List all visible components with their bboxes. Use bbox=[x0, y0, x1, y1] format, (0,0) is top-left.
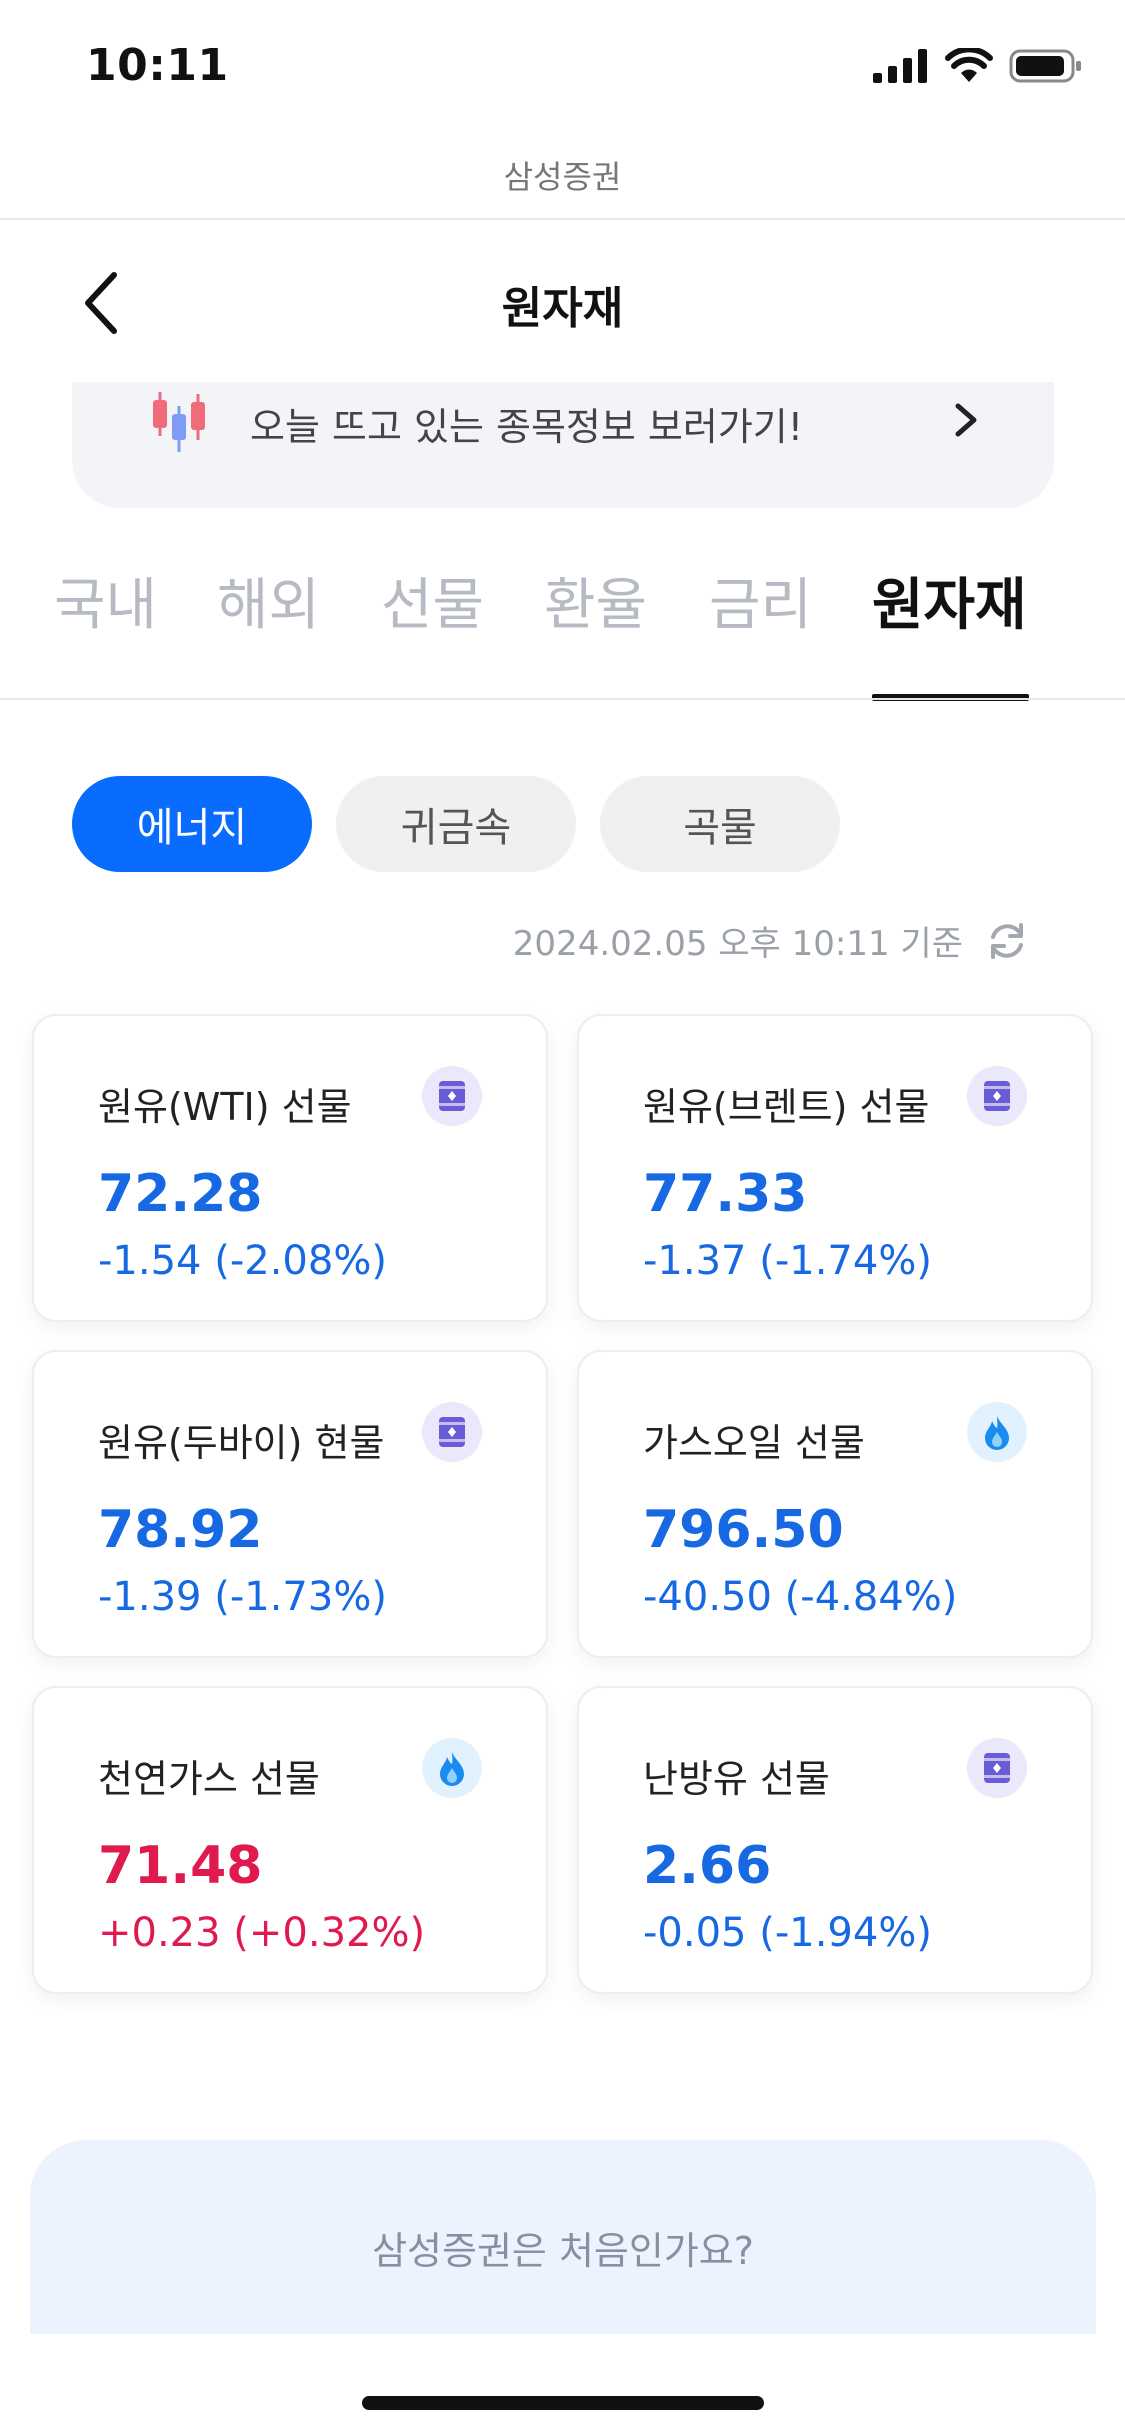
back-button[interactable] bbox=[68, 268, 132, 338]
status-bar: 10:11 bbox=[0, 0, 1125, 140]
tab-domestic[interactable]: 국내 bbox=[54, 560, 157, 641]
card-price: 71.48 bbox=[98, 1836, 263, 1896]
wifi-icon bbox=[945, 48, 993, 82]
status-icons bbox=[873, 48, 1083, 84]
battery-icon bbox=[1009, 49, 1081, 83]
banner-text: 오늘 뜨고 있는 종목정보 보러가기! bbox=[250, 405, 803, 449]
chip-precious-metals[interactable]: 귀금속 bbox=[336, 776, 576, 872]
commodity-card-brent[interactable]: 원유(브렌트) 선물 77.33 -1.37 (-1.74%) bbox=[577, 1014, 1093, 1322]
chip-energy[interactable]: 에너지 bbox=[72, 776, 312, 872]
card-change: -40.50 (-4.84%) bbox=[643, 1574, 958, 1620]
home-indicator[interactable] bbox=[362, 2396, 764, 2410]
card-price: 72.28 bbox=[98, 1164, 263, 1224]
bottom-safe-area bbox=[0, 2334, 1125, 2436]
card-price: 77.33 bbox=[643, 1164, 808, 1224]
tab-exchange-rate[interactable]: 환율 bbox=[544, 560, 647, 641]
chevron-left-icon bbox=[85, 272, 117, 334]
chip-grains[interactable]: 곡물 bbox=[600, 776, 840, 872]
card-name: 가스오일 선물 bbox=[643, 1421, 865, 1465]
card-change: -1.54 (-2.08%) bbox=[98, 1238, 387, 1284]
tab-interest-rate[interactable]: 금리 bbox=[709, 560, 812, 641]
oil-barrel-icon bbox=[967, 1066, 1027, 1126]
card-price: 2.66 bbox=[643, 1836, 772, 1896]
timestamp-row: 2024.02.05 오후 10:11 기준 bbox=[513, 916, 1029, 965]
card-price: 78.92 bbox=[98, 1500, 263, 1560]
card-change: -1.37 (-1.74%) bbox=[643, 1238, 932, 1284]
refresh-icon[interactable] bbox=[985, 919, 1029, 963]
card-change: +0.23 (+0.32%) bbox=[98, 1910, 426, 1956]
card-name: 난방유 선물 bbox=[643, 1757, 830, 1801]
tab-futures[interactable]: 선물 bbox=[381, 560, 484, 641]
tab-commodities[interactable]: 원자재 bbox=[872, 560, 1027, 641]
gas-flame-icon bbox=[422, 1738, 482, 1798]
site-label: 삼성증권 bbox=[503, 158, 622, 196]
promo-title: 삼성증권은 처음인가요? bbox=[372, 2229, 754, 2273]
category-tabs: 국내 해외 선물 환율 금리 원자재 bbox=[0, 560, 1125, 702]
commodity-card-gasoil[interactable]: 가스오일 선물 796.50 -40.50 (-4.84%) bbox=[577, 1350, 1093, 1658]
card-change: -0.05 (-1.94%) bbox=[643, 1910, 932, 1956]
commodity-card-natural-gas[interactable]: 천연가스 선물 71.48 +0.23 (+0.32%) bbox=[32, 1686, 548, 1994]
cellular-signal-icon bbox=[873, 49, 927, 83]
commodity-card-wti[interactable]: 원유(WTI) 선물 72.28 -1.54 (-2.08%) bbox=[32, 1014, 548, 1322]
card-price: 796.50 bbox=[643, 1500, 844, 1560]
chevron-right-icon bbox=[955, 403, 977, 437]
card-name: 원유(WTI) 선물 bbox=[98, 1085, 352, 1129]
oil-barrel-icon bbox=[422, 1402, 482, 1462]
card-name: 원유(브렌트) 선물 bbox=[643, 1085, 930, 1129]
commodity-card-dubai[interactable]: 원유(두바이) 현물 78.92 -1.39 (-1.73%) bbox=[32, 1350, 548, 1658]
status-time: 10:11 bbox=[86, 40, 229, 91]
oil-barrel-icon bbox=[967, 1738, 1027, 1798]
commodity-card-heating-oil[interactable]: 난방유 선물 2.66 -0.05 (-1.94%) bbox=[577, 1686, 1093, 1994]
page-title: 원자재 bbox=[501, 283, 624, 334]
candlestick-chart-icon bbox=[153, 392, 205, 452]
card-name: 원유(두바이) 현물 bbox=[98, 1421, 385, 1465]
card-change: -1.39 (-1.73%) bbox=[98, 1574, 387, 1620]
timestamp: 2024.02.05 오후 10:11 기준 bbox=[512, 924, 963, 964]
trending-banner[interactable]: 오늘 뜨고 있는 종목정보 보러가기! bbox=[72, 382, 1054, 508]
tabs-divider bbox=[0, 698, 1125, 700]
nav-header: 원자재 bbox=[0, 220, 1125, 380]
card-name: 천연가스 선물 bbox=[98, 1757, 320, 1801]
oil-barrel-icon bbox=[422, 1066, 482, 1126]
gas-flame-icon bbox=[967, 1402, 1027, 1462]
tab-overseas[interactable]: 해외 bbox=[217, 560, 320, 641]
